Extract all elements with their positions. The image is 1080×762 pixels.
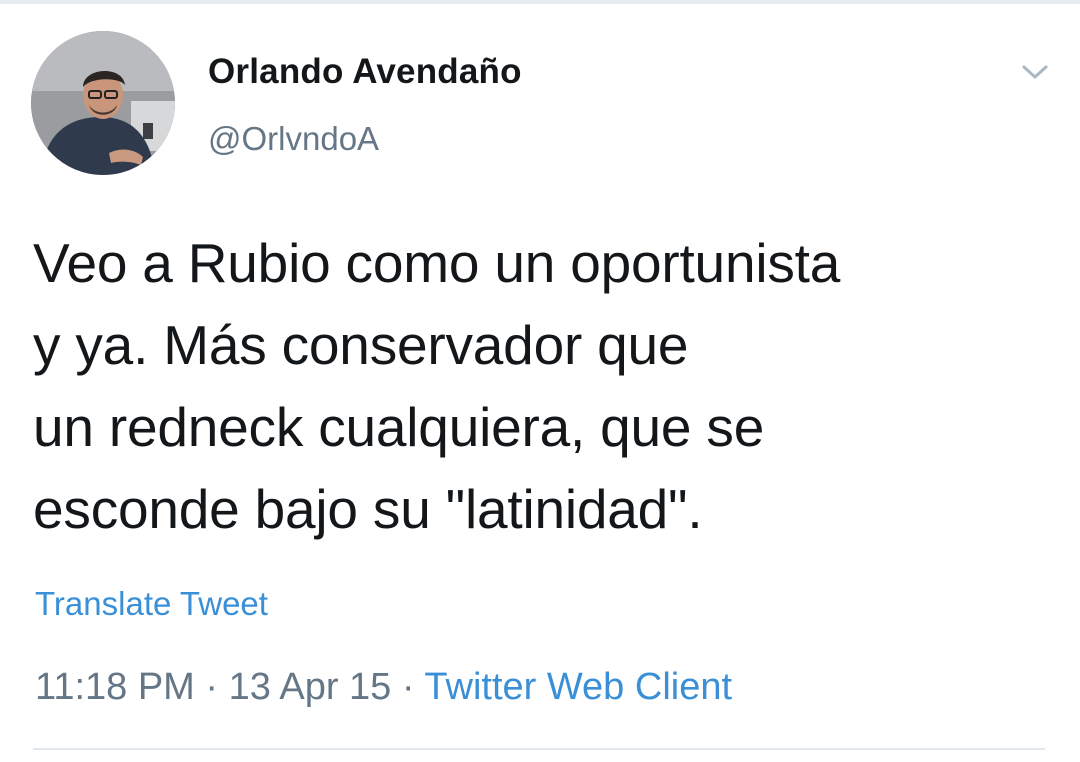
tweet-card: Orlando Avendaño @OrlvndoA Veo a Rubio c… bbox=[0, 0, 1080, 762]
author-name[interactable]: Orlando Avendaño bbox=[208, 52, 522, 92]
chevron-down-icon[interactable] bbox=[1018, 58, 1052, 86]
meta-separator: · bbox=[194, 666, 229, 708]
tweet-meta: 11:18 PM · 13 Apr 15 · Twitter Web Clien… bbox=[35, 666, 732, 709]
meta-separator: · bbox=[391, 666, 425, 708]
tweet-time[interactable]: 11:18 PM bbox=[35, 666, 195, 708]
avatar[interactable] bbox=[31, 31, 175, 175]
avatar-photo bbox=[31, 31, 175, 175]
bottom-divider bbox=[33, 748, 1045, 750]
top-divider bbox=[0, 0, 1080, 4]
translate-tweet-link[interactable]: Translate Tweet bbox=[35, 585, 268, 623]
tweet-client-link[interactable]: Twitter Web Client bbox=[424, 666, 732, 708]
tweet-date[interactable]: 13 Apr 15 bbox=[229, 666, 392, 708]
tweet-text: Veo a Rubio como un oportunista y ya. Má… bbox=[33, 232, 841, 540]
author-handle[interactable]: @OrlvndoA bbox=[208, 120, 379, 158]
